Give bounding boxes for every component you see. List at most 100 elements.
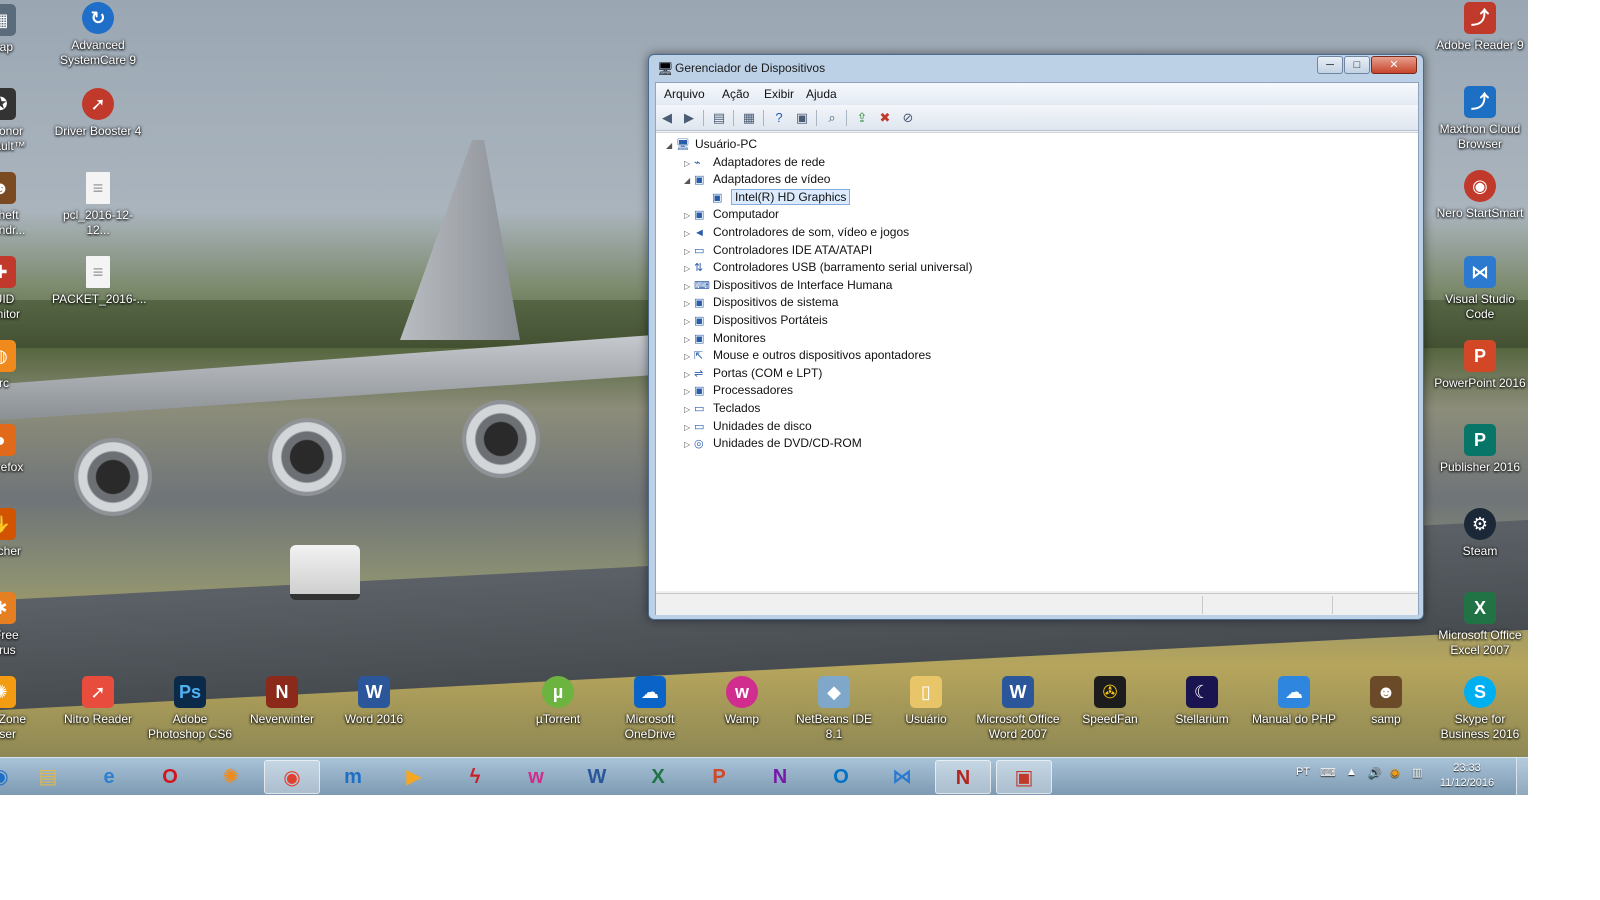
console-tree-icon[interactable]: ▤ — [710, 109, 728, 127]
menu-acao[interactable]: Ação — [722, 87, 749, 101]
desktop-icon-word-2016[interactable]: W Word 2016 — [328, 676, 420, 727]
collapse-arrow-icon[interactable]: ◢ — [666, 137, 676, 155]
desktop-icon-file[interactable]: ≡ PACKET_2016-... — [52, 256, 147, 307]
desktop-icon[interactable]: ▦ncap — [0, 4, 46, 55]
expand-arrow-icon[interactable]: ▷ — [684, 436, 694, 454]
desktop-icon-powerpoint[interactable]: P PowerPoint 2016 — [1434, 340, 1526, 391]
safezone-tray-icon[interactable]: ◉ — [1390, 766, 1400, 779]
clock[interactable]: 23:33 11/12/2016 — [1432, 761, 1502, 791]
desktop-icon-steam[interactable]: ⚙ Steam — [1434, 508, 1526, 559]
collapse-arrow-icon[interactable]: ◢ — [684, 172, 694, 190]
taskbar-explorer-button[interactable]: ▤ — [20, 760, 76, 794]
properties-icon[interactable]: ▦ — [740, 109, 758, 127]
taskbar-outlook-button[interactable]: O — [813, 760, 869, 794]
tree-category[interactable]: ◢ ▣ Adaptadores de vídeo — [684, 170, 830, 188]
desktop-icon[interactable]: ✪of Honor Assault™ — [0, 88, 46, 154]
forward-icon[interactable]: ▶ — [680, 109, 698, 127]
desktop-icon[interactable]: ✱st Free tivirus — [0, 592, 46, 658]
desktop-icon-photoshop[interactable]: Ps Adobe Photoshop CS6 — [144, 676, 236, 742]
taskbar-vscode-button[interactable]: ⋈ — [874, 760, 930, 794]
taskbar-neverwinter-button[interactable]: N — [935, 760, 991, 794]
taskbar-opera-button[interactable]: O — [142, 760, 198, 794]
close-button[interactable]: ✕ — [1371, 56, 1417, 74]
taskbar-device-manager-button[interactable]: ▣ — [996, 760, 1052, 794]
volume-icon[interactable]: 🔊 — [1368, 766, 1382, 779]
taskbar-maxthon-button[interactable]: m — [325, 760, 381, 794]
desktop-icon-skype-business[interactable]: S Skype for Business 2016 — [1434, 676, 1526, 742]
desktop-icon[interactable]: ✚PUID Monitor — [0, 256, 46, 322]
update-driver-icon[interactable]: ⇪ — [853, 109, 871, 127]
taskbar-flash-button[interactable]: ϟ — [447, 760, 503, 794]
tree-category[interactable]: ▷ ◎ Unidades de DVD/CD-ROM — [684, 434, 862, 452]
menu-exibir[interactable]: Exibir — [764, 87, 794, 101]
tree-category[interactable]: ▷ ⌁ Adaptadores de rede — [684, 153, 825, 171]
taskbar-wamp-button[interactable]: w — [508, 760, 564, 794]
desktop-icon-excel-2007[interactable]: X Microsoft Office Excel 2007 — [1434, 592, 1526, 658]
tree-category[interactable]: ▷ ⇅ Controladores USB (barramento serial u… — [684, 258, 972, 276]
desktop-icon-file[interactable]: ≡ pcl_2016-12-12... — [52, 172, 144, 238]
desktop-icon-maxthon[interactable]: ⤴ Maxthon Cloud Browser — [1434, 86, 1526, 152]
tree-category[interactable]: ▷ ▣ Processadores — [684, 381, 793, 399]
tree-category[interactable]: ▷ ▣ Monitores — [684, 329, 766, 347]
tree-category[interactable]: ▷ ▣ Dispositivos Portáteis — [684, 311, 828, 329]
device-manager-window[interactable]: 🖥 Gerenciador de Dispositivos ─ □ ✕ Arqu… — [648, 54, 1424, 620]
taskbar-safezone-button[interactable]: ✺ — [203, 760, 259, 794]
taskbar-internet-explorer-button[interactable]: e — [81, 760, 137, 794]
device-tree[interactable]: ◢ 🖥 Usuário-PC ▷ ⌁ Adaptadores de rede ◢ ▣ Adap… — [656, 132, 1418, 591]
show-hidden-icons-icon[interactable]: ▲ — [1346, 766, 1357, 778]
uninstall-icon[interactable]: ✖ — [876, 109, 894, 127]
desktop-icon-netbeans[interactable]: ◆ NetBeans IDE 8.1 — [788, 676, 880, 742]
show-desktop-button[interactable] — [1516, 758, 1528, 796]
help-icon[interactable]: ? — [770, 109, 788, 127]
tree-category[interactable]: ▷ ⇱ Mouse e outros dispositivos apontadore… — [684, 346, 931, 364]
window-titlebar[interactable]: 🖥 Gerenciador de Dispositivos ─ □ ✕ — [649, 55, 1423, 81]
desktop-icon[interactable]: ✺SafeZone owser — [0, 676, 46, 742]
desktop-icon-utorrent[interactable]: µ µTorrent — [512, 676, 604, 727]
desktop-icon-publisher[interactable]: P Publisher 2016 — [1434, 424, 1526, 475]
taskbar-chrome-button[interactable]: ◉ — [264, 760, 320, 794]
view-icon[interactable]: ▣ — [793, 109, 811, 127]
desktop-icon-neverwinter[interactable]: N Neverwinter — [236, 676, 328, 727]
tree-category[interactable]: ▷ ▭ Teclados — [684, 399, 760, 417]
tree-category[interactable]: ▷ ⌨ Dispositivos de Interface Humana — [684, 276, 892, 294]
desktop-icon[interactable]: ☻d Theft an Andr... — [0, 172, 46, 238]
desktop-icon[interactable]: ◕a Firefox — [0, 424, 46, 475]
desktop-icon-advanced-systemcare[interactable]: ↻ Advanced SystemCare 9 — [52, 2, 144, 68]
desktop-icon-nero[interactable]: ◉ Nero StartSmart — [1434, 170, 1526, 221]
disable-device-icon[interactable]: ⊘ — [899, 109, 917, 127]
desktop-icon-usuario-folder[interactable]: ▯ Usuário — [880, 676, 972, 727]
desktop-icon[interactable]: ✋Catcher — [0, 508, 46, 559]
desktop-icon-samp[interactable]: ☻ samp — [1340, 676, 1432, 727]
taskbar-excel-button[interactable]: X — [630, 760, 686, 794]
taskbar-word-button[interactable]: W — [569, 760, 625, 794]
taskbar-powerpoint-button[interactable]: P — [691, 760, 747, 794]
desktop-icon-php-manual[interactable]: ☁ Manual do PHP — [1248, 676, 1340, 727]
tree-category[interactable]: ▷ ◄ Controladores de som, vídeo e jogos — [684, 223, 909, 241]
desktop-icon-word-2007[interactable]: W Microsoft Office Word 2007 — [972, 676, 1064, 742]
desktop-icon-stellarium[interactable]: ☾ Stellarium — [1156, 676, 1248, 727]
language-indicator[interactable]: PT — [1296, 766, 1310, 778]
desktop-icon-speedfan[interactable]: ✇ SpeedFan — [1064, 676, 1156, 727]
desktop-icon-wamp[interactable]: w Wamp — [696, 676, 788, 727]
tree-category[interactable]: ▷ ▣ Computador — [684, 205, 779, 223]
tree-category[interactable]: ▷ ▣ Dispositivos de sistema — [684, 293, 838, 311]
menu-ajuda[interactable]: Ajuda — [806, 87, 837, 101]
scan-hardware-icon[interactable]: ⌕ — [823, 109, 841, 127]
desktop-icon-onedrive[interactable]: ☁ Microsoft OneDrive — [604, 676, 696, 742]
desktop-icon-driver-booster[interactable]: ➚ Driver Booster 4 — [52, 88, 144, 139]
minimize-button[interactable]: ─ — [1317, 56, 1343, 74]
maximize-button[interactable]: □ — [1344, 56, 1370, 74]
desktop-icon-vscode[interactable]: ⋈ Visual Studio Code — [1434, 256, 1526, 322]
menu-arquivo[interactable]: Arquivo — [664, 87, 705, 101]
network-icon[interactable]: ▥ — [1412, 766, 1422, 779]
tree-category[interactable]: ▷ ▭ Unidades de disco — [684, 417, 812, 435]
taskbar-media-button[interactable]: ▶ — [386, 760, 442, 794]
tree-category[interactable]: ▷ ⇌ Portas (COM e LPT) — [684, 364, 822, 382]
keyboard-icon[interactable]: ⌨ — [1320, 766, 1336, 779]
taskbar-onenote-button[interactable]: N — [752, 760, 808, 794]
desktop-icon[interactable]: ◍Arc — [0, 340, 46, 391]
back-icon[interactable]: ◀ — [658, 109, 676, 127]
tree-device[interactable]: ▣ Intel(R) HD Graphics — [712, 188, 851, 206]
desktop-icon-nitro-reader[interactable]: ➚ Nitro Reader — [52, 676, 144, 727]
tree-root[interactable]: ◢ 🖥 Usuário-PC — [666, 135, 757, 153]
